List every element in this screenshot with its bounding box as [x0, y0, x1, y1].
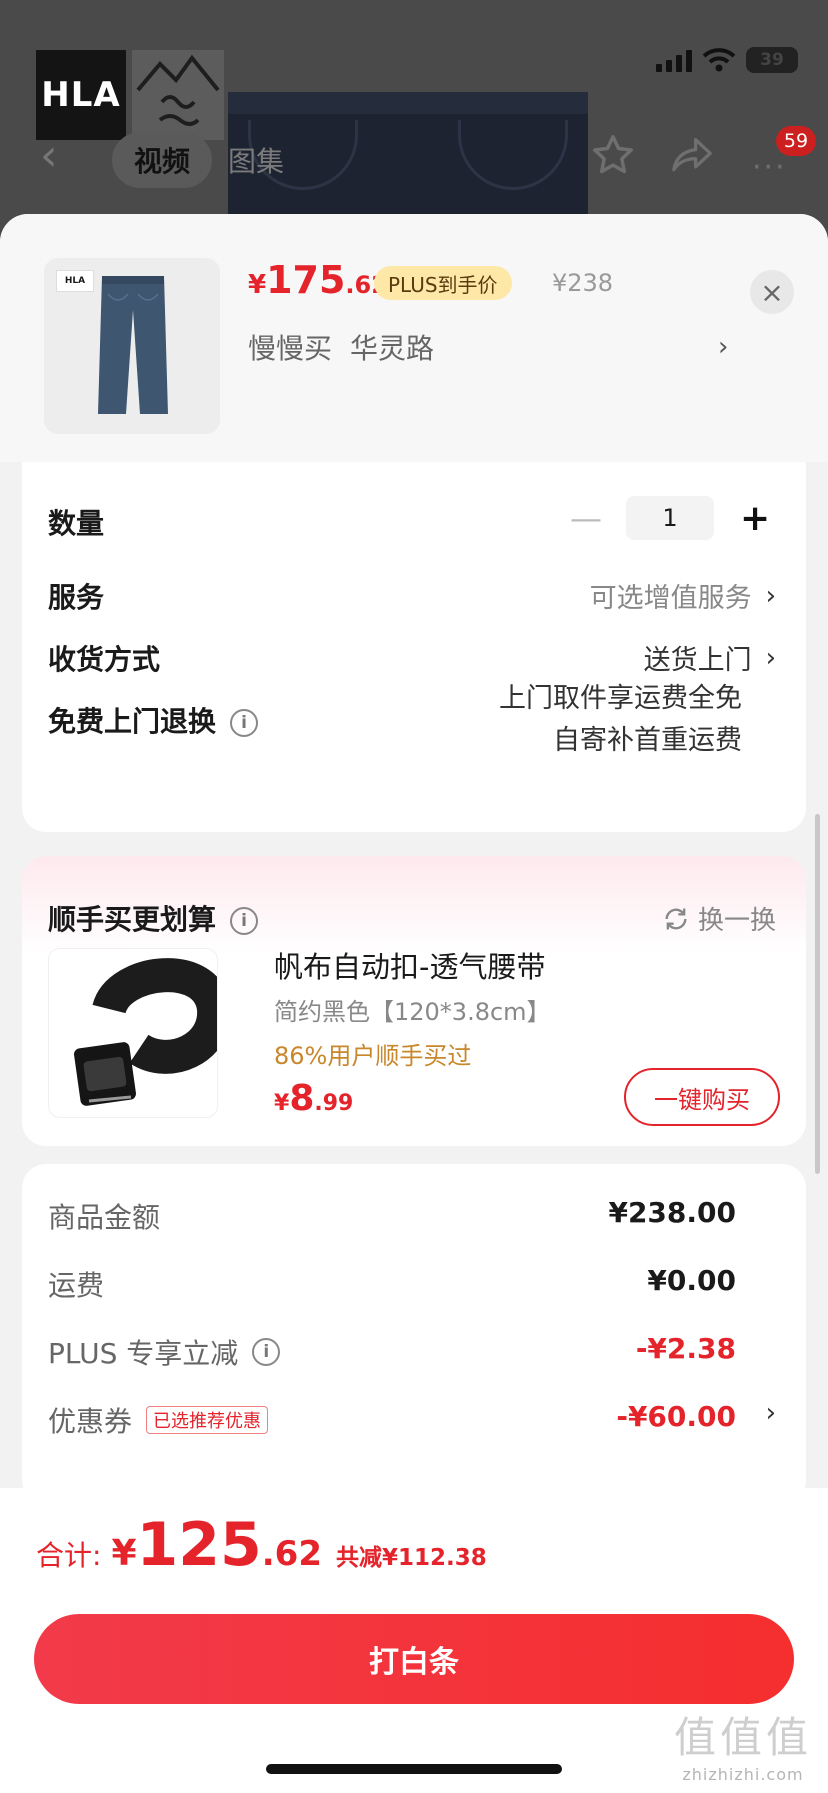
chevron-right-icon[interactable]: ›	[718, 324, 728, 370]
addon-card: 顺手买更划算 i 换一换 帆布自动扣-透气腰带 简约黑色【120*3.8cm】 8…	[22, 856, 806, 1146]
site-watermark: 值值值 zhizhizhi.com	[673, 1713, 812, 1784]
quantity-label: 数量	[48, 507, 105, 540]
tab-video[interactable]: 视频	[112, 132, 212, 188]
jeans-waistband	[228, 92, 588, 114]
return-line: 上门取件享运费全免	[499, 683, 742, 714]
addon-spec: 简约黑色【120*3.8cm】	[274, 998, 551, 1026]
addon-title-row: 顺手买更划算 i	[48, 898, 259, 938]
spec-item: 慢慢买	[248, 332, 333, 365]
addon-price: ¥ 8 .99	[274, 1078, 354, 1119]
shipping-label: 运费	[48, 1269, 105, 1302]
total-savings: 共减¥112.38	[335, 1545, 487, 1571]
scrollbar[interactable]	[815, 814, 820, 1174]
chevron-right-icon: ›	[765, 642, 776, 673]
battery-icon: 39	[746, 47, 798, 73]
thumbnail-brand-logo: HLA	[56, 270, 94, 292]
plus-discount-label: PLUS 专享立减	[48, 1337, 239, 1370]
chevron-right-icon[interactable]: ›	[766, 1398, 776, 1428]
product-thumbnail[interactable]: HLA	[44, 258, 220, 434]
delivery-selector[interactable]: 送货上门 ›	[644, 638, 776, 677]
service-label: 服务	[48, 581, 105, 614]
free-return-row: 免费上门退换 i	[48, 700, 259, 740]
product-nav-bar: ‹ 视频 图集 ··· 59	[0, 122, 828, 192]
plus-price-tag: PLUS到手价	[374, 266, 512, 300]
info-icon[interactable]: i	[230, 709, 259, 737]
notification-badge: 59	[776, 126, 816, 156]
service-value: 可选增值服务	[589, 583, 752, 614]
coupon-row[interactable]: 优惠券 已选推荐优惠	[48, 1400, 269, 1440]
one-click-buy-button[interactable]: 一键购买	[624, 1068, 780, 1126]
plus-discount-value: -¥2.38	[635, 1332, 736, 1365]
sheet-product-header: HLA ¥ 175 .62 PLUS到手价 ¥238 × 慢慢买 华灵路 ›	[0, 214, 828, 462]
checkout-bar: 合计: ¥ 125 .62 共减¥112.38 打白条 值值值 zhizhizh…	[0, 1488, 828, 1793]
selected-spec[interactable]: 慢慢买 华灵路	[248, 324, 434, 370]
swap-button[interactable]: 换一换	[662, 900, 776, 937]
quantity-plus-button[interactable]: +	[740, 498, 770, 539]
original-price: ¥238	[552, 269, 614, 297]
home-indicator[interactable]	[266, 1764, 562, 1774]
price-summary-card: 商品金额 ¥238.00 运费 ¥0.00 PLUS 专享立减 i -¥2.38 …	[22, 1164, 806, 1504]
quantity-minus-button[interactable]: —	[570, 499, 602, 537]
total-price: 合计: ¥ 125 .62 共减¥112.38	[36, 1510, 487, 1580]
options-card: 数量 — 1 + 服务 可选增值服务 › 收货方式 送货上门 › 免费上门退换 i…	[22, 462, 806, 832]
delivery-label: 收货方式	[48, 643, 161, 676]
return-line: 自寄补首重运费	[553, 725, 742, 756]
coupon-label: 优惠券	[48, 1405, 133, 1438]
info-icon[interactable]: i	[252, 1338, 281, 1366]
tab-album[interactable]: 图集	[228, 132, 284, 188]
close-icon: ×	[760, 275, 784, 309]
pay-with-baitiao-button[interactable]: 打白条	[34, 1614, 794, 1704]
refresh-icon	[665, 908, 687, 929]
belt-image[interactable]	[48, 948, 218, 1118]
free-return-detail: 上门取件享运费全免 自寄补首重运费	[499, 678, 742, 762]
total-label: 合计:	[36, 1539, 102, 1572]
wifi-icon	[702, 48, 736, 72]
service-selector[interactable]: 可选增值服务 ›	[590, 576, 776, 615]
cellular-signal-icon	[656, 48, 692, 72]
addon-title: 顺手买更划算	[48, 903, 217, 936]
goods-amount-label: 商品金额	[48, 1201, 161, 1234]
share-icon[interactable]	[670, 136, 714, 176]
more-icon[interactable]: ···	[752, 150, 787, 185]
spec-item: 华灵路	[350, 332, 435, 365]
coupon-tag: 已选推荐优惠	[146, 1406, 269, 1434]
chevron-right-icon: ›	[765, 580, 776, 611]
quantity-input[interactable]: 1	[626, 496, 714, 540]
goods-amount-value: ¥238.00	[608, 1196, 736, 1229]
status-bar: 39	[656, 40, 798, 80]
free-return-label: 免费上门退换	[48, 705, 217, 738]
close-button[interactable]: ×	[750, 270, 794, 314]
product-page-backdrop: HLA 39 ‹ 视频 图集 ··· 59	[0, 0, 828, 240]
star-icon[interactable]	[590, 132, 636, 178]
back-arrow-icon[interactable]: ‹	[40, 134, 58, 178]
swap-label: 换一换	[697, 906, 776, 936]
addon-name[interactable]: 帆布自动扣-透气腰带	[274, 944, 545, 986]
plus-discount-row: PLUS 专享立减 i	[48, 1332, 281, 1372]
delivery-value: 送货上门	[643, 645, 752, 676]
shipping-value: ¥0.00	[647, 1264, 736, 1297]
coupon-value: -¥60.00	[616, 1400, 736, 1433]
info-icon[interactable]: i	[230, 907, 259, 935]
addon-bought-rate: 86%用户顺手买过	[274, 1042, 472, 1070]
product-price: ¥ 175 .62	[248, 258, 388, 302]
quantity-stepper: — 1 +	[570, 496, 770, 540]
